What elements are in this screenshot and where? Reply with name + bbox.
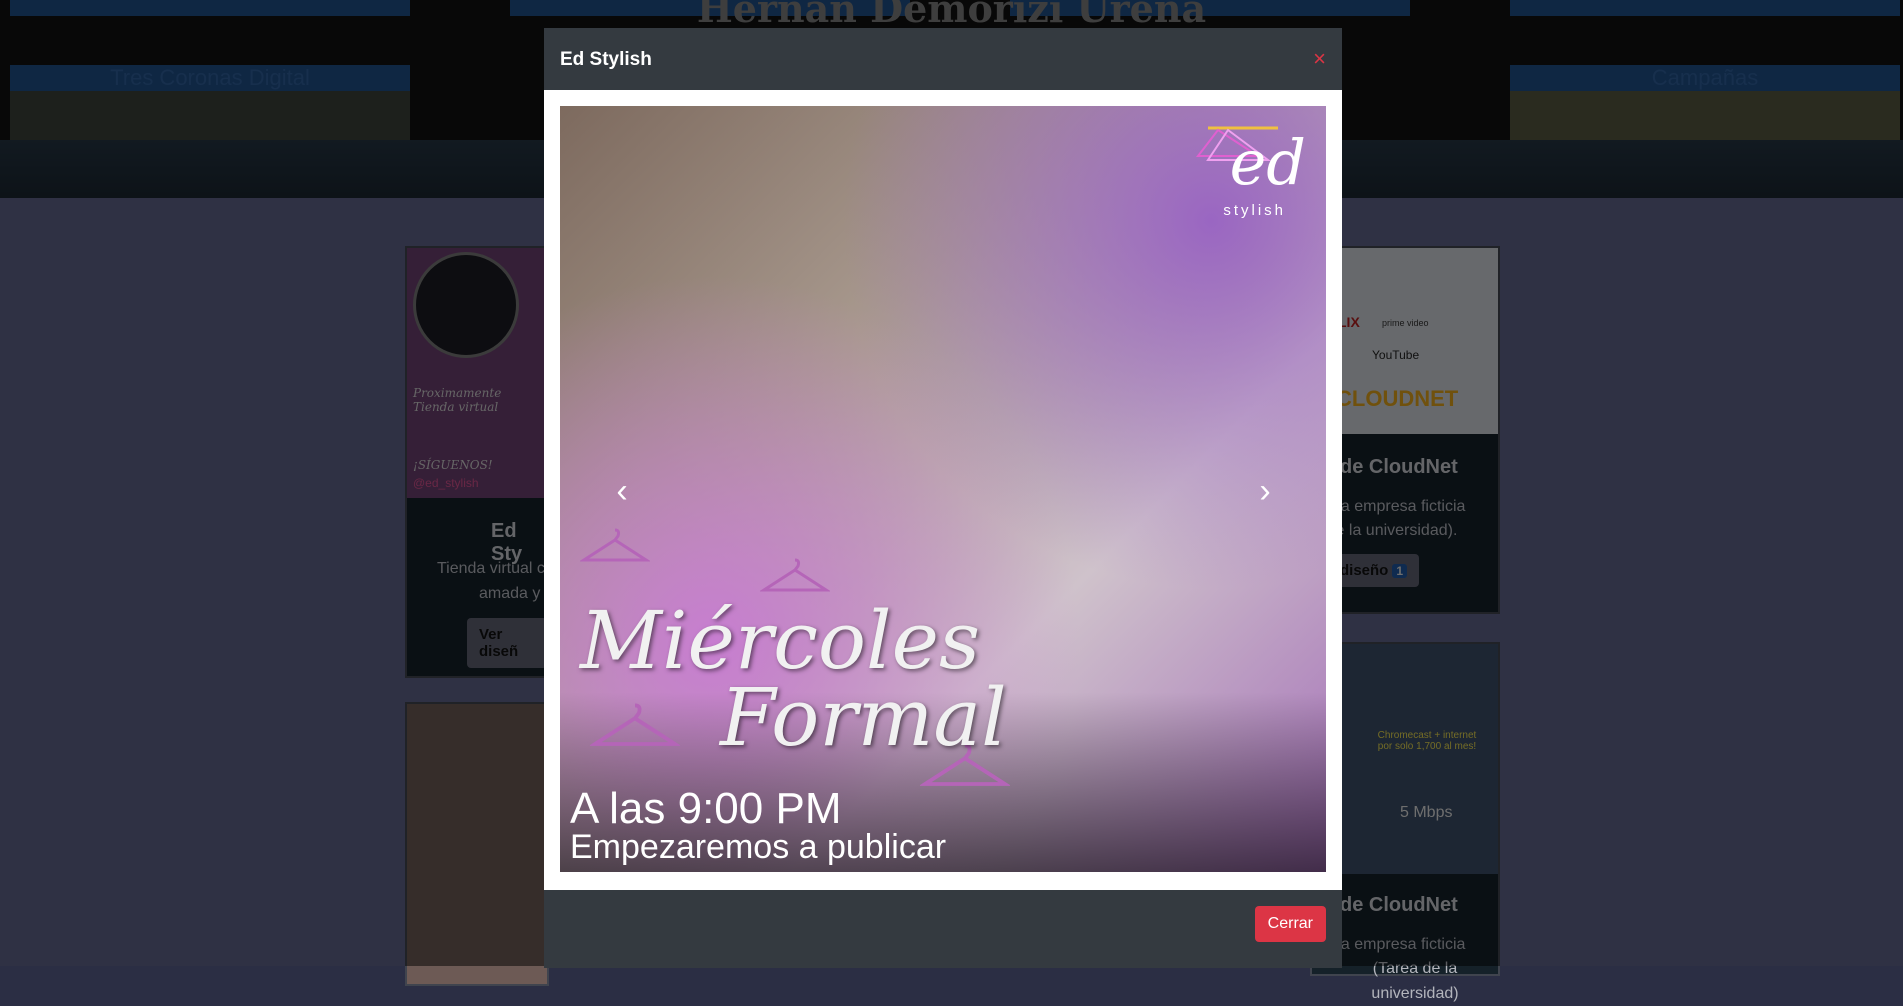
modal-body: ed stylish Miércoles Formal A las 9:00 P… — [544, 90, 1342, 890]
slide-headline-line-2: Formal — [720, 671, 1007, 764]
hanger-icon — [760, 558, 830, 592]
hanger-icon — [580, 528, 650, 562]
modal-header: Ed Stylish × — [544, 28, 1342, 90]
brand-script: ed — [1229, 126, 1306, 199]
carousel-prev-icon[interactable]: ‹ — [602, 471, 642, 511]
modal-footer: Cerrar — [544, 890, 1342, 968]
brand-sub: stylish — [1223, 202, 1286, 219]
hanger-icon — [590, 703, 680, 746]
slide-time-text: A las 9:00 PM — [570, 784, 842, 833]
image-modal: Ed Stylish × ed stylish Miércoles Formal — [544, 28, 1342, 968]
carousel-slide-image: ed stylish Miércoles Formal A las 9:00 P… — [560, 106, 1326, 872]
modal-title: Ed Stylish — [560, 49, 652, 70]
slide-sub-text: Empezaremos a publicar — [570, 828, 947, 866]
cerrar-button[interactable]: Cerrar — [1254, 906, 1326, 942]
carousel-next-icon[interactable]: › — [1245, 471, 1285, 511]
image-carousel[interactable]: ed stylish Miércoles Formal A las 9:00 P… — [560, 106, 1326, 872]
close-icon[interactable]: × — [1313, 46, 1326, 72]
